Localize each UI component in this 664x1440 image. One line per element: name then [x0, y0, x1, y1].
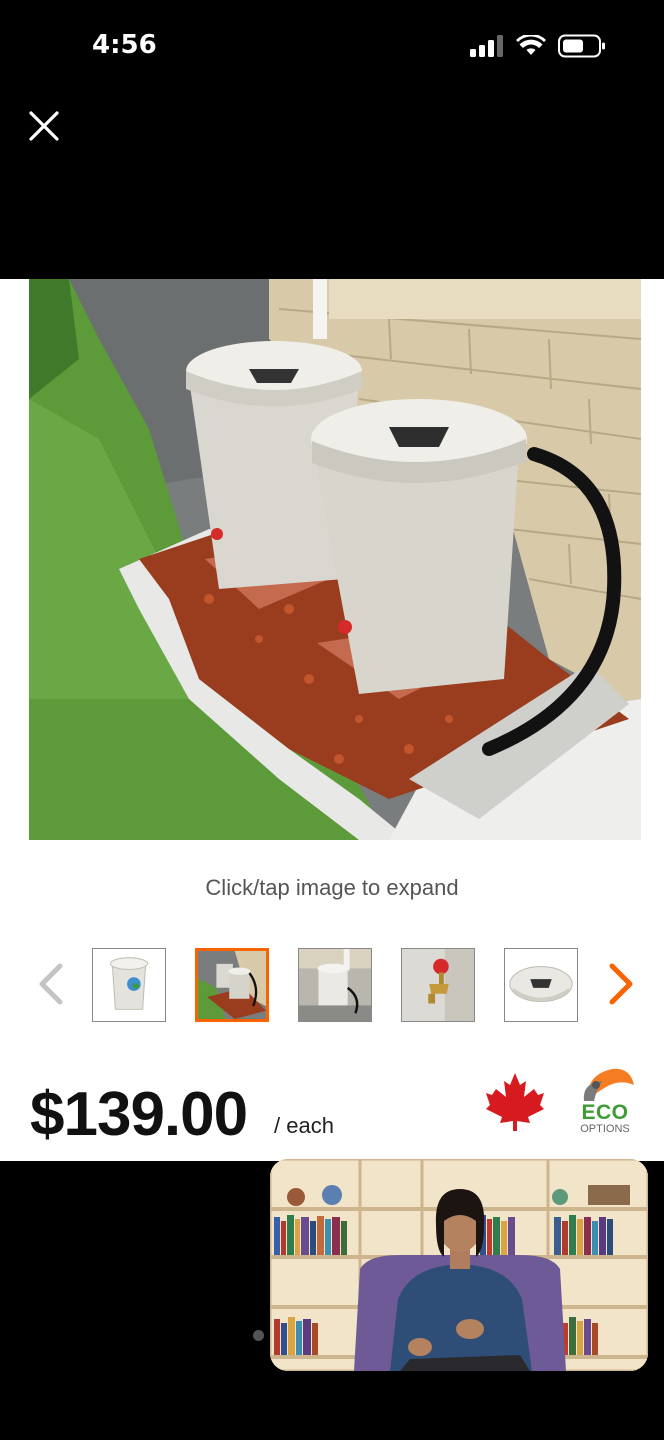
expand-image-hint: Click/tap image to expand — [205, 875, 459, 900]
price-row: $139.00 / each ECO OPTIONS — [0, 1068, 664, 1149]
eco-leaf-icon — [583, 1068, 634, 1101]
maple-leaf-icon — [486, 1073, 544, 1131]
two-barrels-thumb-image — [198, 951, 266, 1019]
next-arrow-button[interactable] — [604, 962, 638, 1006]
thumbnail-carousel — [0, 946, 664, 1024]
battery-icon — [558, 34, 605, 58]
lid-top-thumb-image — [505, 949, 577, 1021]
product-sheet: Click/tap image to expand $139.00 / each… — [0, 279, 664, 1161]
barrel-front-thumb-image — [93, 949, 165, 1021]
thumbnail-spigot[interactable] — [401, 948, 475, 1022]
barrel-installed-thumb-image — [299, 949, 371, 1021]
video-pip-window[interactable] — [270, 1159, 648, 1371]
thumbnail-two-barrels[interactable] — [195, 948, 269, 1022]
thumbnail-lid-top[interactable] — [504, 948, 578, 1022]
rain-barrels-photo — [29, 279, 641, 840]
thumbnail-barrel-installed[interactable] — [298, 948, 372, 1022]
status-bar: 4:56 — [0, 0, 664, 90]
chevron-right-icon — [609, 963, 633, 1005]
close-button[interactable] — [26, 108, 62, 144]
wifi-icon — [516, 35, 546, 55]
price-unit: / each — [274, 1113, 334, 1138]
product-main-image[interactable] — [29, 279, 641, 840]
spigot-thumb-image — [402, 949, 474, 1021]
cellular-signal-icon — [470, 35, 503, 57]
video-frame-presenter — [270, 1159, 648, 1371]
product-price: $139.00 — [30, 1080, 248, 1149]
chevron-left-icon — [39, 963, 63, 1005]
eco-title: ECO — [581, 1101, 629, 1124]
thumbnail-barrel-front[interactable] — [92, 948, 166, 1022]
page-indicator-dot — [253, 1330, 264, 1341]
previous-arrow-button[interactable] — [34, 962, 68, 1006]
status-icons — [470, 34, 606, 58]
status-time: 4:56 — [92, 30, 157, 60]
close-icon — [29, 111, 59, 141]
eco-subtitle: OPTIONS — [580, 1123, 630, 1135]
eco-options-badge: ECO OPTIONS — [572, 1065, 638, 1141]
